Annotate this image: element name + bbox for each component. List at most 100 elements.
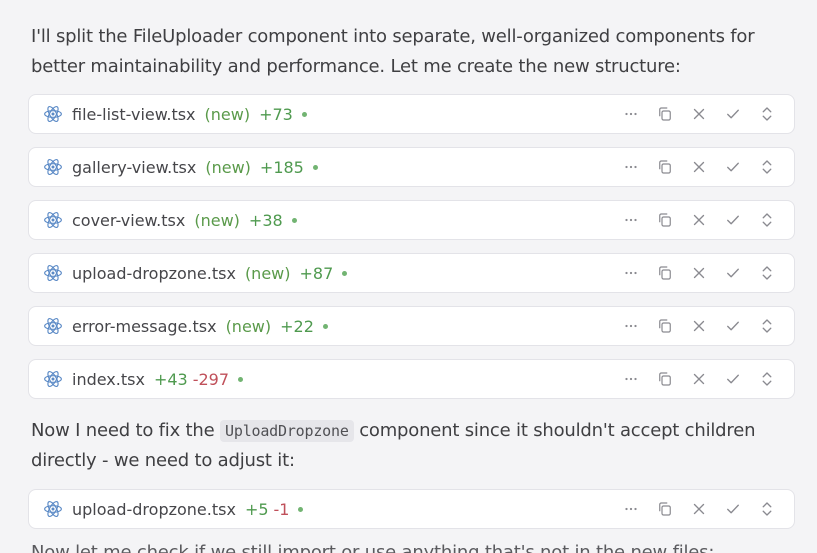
reject-button[interactable] [682,312,716,340]
accept-button[interactable] [716,206,750,234]
react-icon [43,263,63,283]
file-actions [614,490,784,528]
lines-added: +38 [248,210,283,230]
expand-icon [758,105,776,123]
copy-icon [656,500,674,518]
new-file-tag: (new) [205,157,251,177]
lines-added: +43 [153,369,188,389]
react-icon [43,316,63,336]
file-actions [614,148,784,186]
more-icon [622,370,640,388]
file-actions [614,360,784,398]
more-icon [622,317,640,335]
status-dot [238,376,244,382]
file-card[interactable]: cover-view.tsx (new) +38 [28,200,795,240]
copy-icon [656,211,674,229]
more-options-button[interactable] [614,100,648,128]
close-icon [690,105,708,123]
lines-removed: -297 [192,369,230,389]
copy-button[interactable] [648,206,682,234]
expand-button[interactable] [750,495,784,523]
file-card[interactable]: file-list-view.tsx (new) +73 [28,94,795,134]
accept-button[interactable] [716,495,750,523]
file-name[interactable]: file-list-view.tsx [72,105,196,124]
file-name[interactable]: cover-view.tsx [72,211,185,230]
more-options-button[interactable] [614,365,648,393]
file-actions [614,254,784,292]
more-icon [622,105,640,123]
more-options-button[interactable] [614,312,648,340]
close-icon [690,264,708,282]
reject-button[interactable] [682,206,716,234]
react-icon [43,157,63,177]
expand-button[interactable] [750,365,784,393]
more-options-button[interactable] [614,259,648,287]
check-icon [724,500,742,518]
react-icon [43,104,63,124]
check-icon [724,264,742,282]
file-actions [614,201,784,239]
close-icon [690,158,708,176]
file-actions [614,307,784,345]
lines-added: +73 [259,104,293,124]
copy-button[interactable] [648,365,682,393]
expand-button[interactable] [750,206,784,234]
react-icon [43,499,63,519]
more-icon [622,264,640,282]
copy-button[interactable] [648,259,682,287]
accept-button[interactable] [716,153,750,181]
copy-icon [656,158,674,176]
file-name[interactable]: gallery-view.tsx [72,158,196,177]
accept-button[interactable] [716,365,750,393]
accept-button[interactable] [716,100,750,128]
lines-added: +5 [244,499,269,519]
close-icon [690,317,708,335]
expand-button[interactable] [750,153,784,181]
expand-icon [758,370,776,388]
lines-added: +22 [280,316,314,336]
message-text: Now I need to fix the [31,420,221,441]
status-dot [298,506,304,512]
copy-icon [656,105,674,123]
more-icon [622,500,640,518]
file-name[interactable]: upload-dropzone.tsx [72,264,236,283]
copy-icon [656,370,674,388]
file-card[interactable]: upload-dropzone.tsx (new) +87 [28,253,795,293]
file-name[interactable]: index.tsx [72,370,145,389]
expand-button[interactable] [750,259,784,287]
inline-code: UploadDropzone [220,420,354,442]
file-card[interactable]: upload-dropzone.tsx +5 -1 [28,489,795,529]
lines-removed: -1 [273,499,290,519]
copy-button[interactable] [648,495,682,523]
new-file-tag: (new) [225,316,272,336]
accept-button[interactable] [716,312,750,340]
more-icon [622,211,640,229]
file-card[interactable]: gallery-view.tsx (new) +185 [28,147,795,187]
expand-button[interactable] [750,312,784,340]
accept-button[interactable] [716,259,750,287]
reject-button[interactable] [682,365,716,393]
file-name[interactable]: upload-dropzone.tsx [72,500,236,519]
reject-button[interactable] [682,495,716,523]
more-options-button[interactable] [614,495,648,523]
close-icon [690,211,708,229]
reject-button[interactable] [682,259,716,287]
file-card[interactable]: error-message.tsx (new) +22 [28,306,795,346]
reject-button[interactable] [682,100,716,128]
reject-button[interactable] [682,153,716,181]
copy-button[interactable] [648,153,682,181]
file-card[interactable]: index.tsx +43 -297 [28,359,795,399]
more-options-button[interactable] [614,153,648,181]
more-icon [622,158,640,176]
expand-button[interactable] [750,100,784,128]
lines-added: +87 [299,263,334,283]
assistant-message-trailing: Now let me check if we still import or u… [31,542,715,553]
copy-button[interactable] [648,312,682,340]
status-dot [322,323,328,329]
more-options-button[interactable] [614,206,648,234]
file-name[interactable]: error-message.tsx [72,317,217,336]
close-icon [690,370,708,388]
copy-button[interactable] [648,100,682,128]
check-icon [724,370,742,388]
status-dot [291,217,297,223]
